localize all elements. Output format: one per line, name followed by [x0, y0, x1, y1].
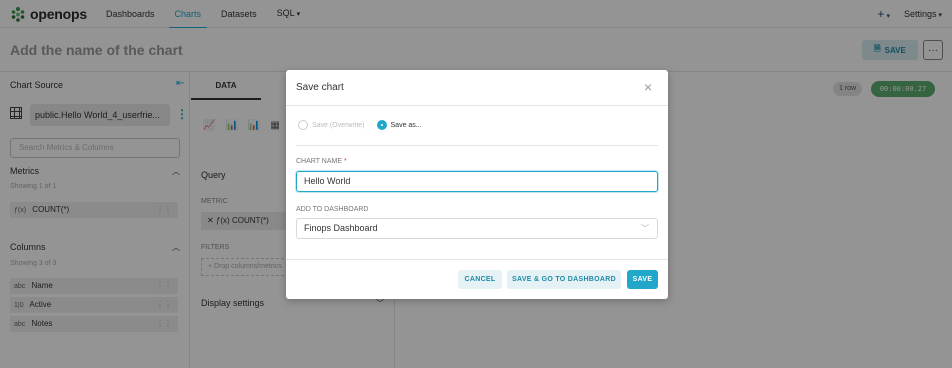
dashboard-label: ADD TO DASHBOARD [296, 206, 369, 213]
radio-overwrite[interactable] [298, 120, 308, 130]
radio-save-as-label: Save as... [390, 121, 422, 129]
save-and-go-to-dashboard-button[interactable]: SAVE & GO TO DASHBOARD [507, 270, 621, 289]
radio-overwrite-label: Save (Overwrite) [312, 121, 365, 129]
close-icon[interactable]: × [644, 79, 652, 95]
divider [286, 259, 668, 260]
modal-save-button[interactable]: SAVE [627, 270, 658, 289]
chart-name-label: CHART NAME * [296, 158, 347, 165]
dashboard-select[interactable]: Finops Dashboard ﹀ [296, 218, 658, 239]
chart-name-label-text: CHART NAME [296, 158, 343, 165]
divider [296, 145, 658, 146]
dashboard-select-value: Finops Dashboard [304, 223, 378, 233]
radio-save-as[interactable] [376, 120, 387, 130]
required-mark: * [343, 158, 347, 165]
chart-name-input[interactable]: Hello World [296, 171, 658, 192]
modal-title: Save chart [296, 82, 344, 93]
cancel-button[interactable]: CANCEL [458, 270, 502, 289]
modal-header: Save chart × [286, 70, 668, 106]
save-mode-radios: Save (Overwrite) Save as... [298, 120, 434, 130]
chevron-down-icon: ﹀ [641, 224, 649, 233]
save-chart-modal: Save chart × Save (Overwrite) Save as...… [286, 70, 668, 299]
